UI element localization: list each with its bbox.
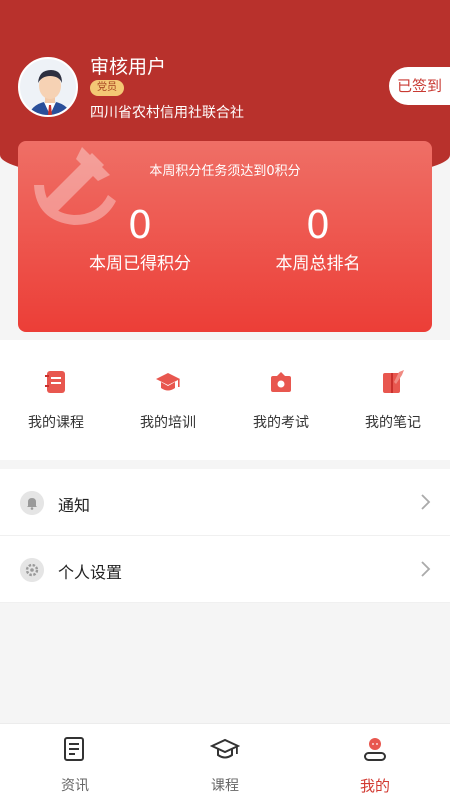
quick-action-label: 我的笔记	[365, 415, 421, 431]
tab-label: 资讯	[61, 778, 89, 794]
weekly-task-text: 本周积分任务须达到0积分	[149, 164, 301, 179]
notebook-icon	[45, 371, 65, 393]
tab-label: 我的	[359, 777, 390, 795]
menu-item-personal-settings[interactable]: 个人设置	[0, 536, 450, 603]
news-icon	[64, 737, 84, 761]
avatar[interactable]	[18, 57, 78, 117]
member-badge: 党员	[90, 80, 124, 96]
menu-item-label: 个人设置	[58, 563, 123, 582]
bottom-tab-bar: 资讯 课程 我的	[0, 723, 450, 800]
quick-action-my-exams[interactable]: 我的考试	[225, 368, 337, 432]
menu-item-label: 通知	[58, 496, 91, 515]
quick-action-label: 我的培训	[140, 415, 196, 431]
username: 审核用户	[90, 56, 167, 78]
organization-name: 四川省农村信用社联合社	[90, 105, 244, 121]
weekly-rank-label: 本周总排名	[275, 254, 361, 274]
chevron-right-icon	[421, 561, 431, 577]
weekly-rank-value: 0	[305, 203, 331, 247]
graduation-cap-icon	[209, 738, 241, 759]
score-card: 本周积分任务须达到0积分 0 本周已得积分 0 本周总排名	[18, 141, 432, 332]
weekly-points: 0 本周已得积分	[40, 203, 240, 274]
profile-icon	[364, 738, 386, 761]
quick-action-label: 我的课程	[28, 415, 84, 431]
weekly-rank: 0 本周总排名	[218, 203, 418, 274]
quick-action-my-training[interactable]: 我的培训	[112, 368, 224, 432]
exam-icon	[271, 372, 291, 392]
chevron-right-icon	[421, 494, 431, 510]
note-pen-icon	[383, 370, 404, 393]
gear-icon	[20, 558, 44, 582]
bell-icon	[20, 491, 44, 515]
graduation-cap-icon	[156, 373, 180, 391]
weekly-points-label: 本周已得积分	[89, 254, 191, 274]
tab-mine[interactable]: 我的	[300, 734, 450, 796]
signin-button[interactable]: 已签到	[389, 67, 450, 105]
tab-label: 课程	[211, 778, 239, 794]
quick-action-my-courses[interactable]: 我的课程	[0, 368, 112, 432]
menu-item-notifications[interactable]: 通知	[0, 469, 450, 536]
quick-action-label: 我的考试	[253, 415, 309, 431]
tab-news[interactable]: 资讯	[0, 734, 150, 795]
quick-actions: 我的课程 我的培训 我的考试 我的笔记	[0, 340, 450, 460]
tab-courses[interactable]: 课程	[150, 734, 300, 795]
settings-menu: 通知 个人设置	[0, 469, 450, 603]
weekly-points-value: 0	[127, 203, 153, 247]
quick-action-my-notes[interactable]: 我的笔记	[337, 368, 449, 432]
